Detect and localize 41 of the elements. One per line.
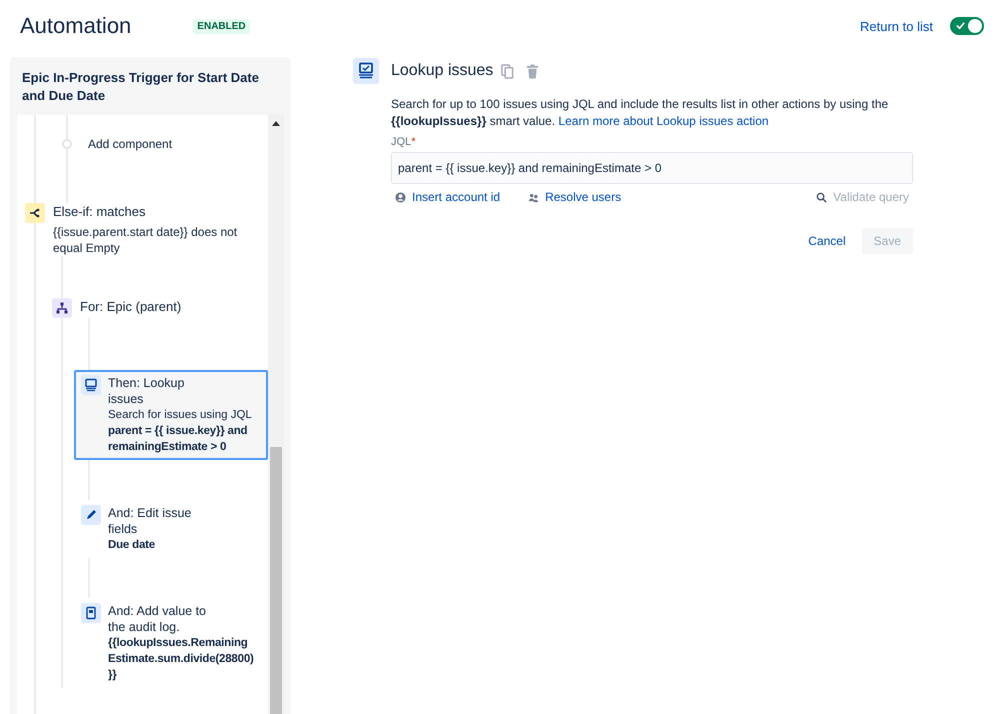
user-icon	[395, 192, 406, 202]
users-icon	[528, 192, 540, 202]
rule-title: Epic In-Progress Trigger for Start Date and Due Date	[21, 69, 260, 105]
step-value: Due date	[108, 538, 156, 553]
panel-title: Lookup issues	[391, 62, 494, 80]
search-icon	[816, 192, 828, 202]
panel-description: Search for up to 100 issues using JQL and include the results list in other actions by using the {{lookupIssues}} smart value. Learn more about Lookup issues action	[391, 96, 890, 130]
step-title: And: Edit issue fields	[108, 505, 192, 537]
required-mark: *	[411, 136, 416, 148]
trash-icon[interactable]	[526, 64, 540, 78]
step-title: For: Epic (parent)	[80, 298, 182, 315]
condition-detail: {{issue.parent.start date}} does not equal Empty	[53, 224, 238, 256]
enable-toggle[interactable]	[950, 17, 984, 35]
return-to-list-link[interactable]: Return to list	[860, 18, 933, 34]
step-title: Else-if: matches	[53, 203, 146, 220]
branch-split-icon	[25, 203, 45, 223]
scroll-up-icon[interactable]	[272, 121, 280, 126]
learn-more-link[interactable]: Learn more about Lookup issues action	[558, 114, 769, 128]
checkmark-icon	[955, 20, 966, 31]
step-value: parent = {{ issue.key}} and remainingEstimate > 0	[108, 424, 248, 455]
document-icon	[81, 603, 101, 623]
scrollbar[interactable]	[268, 115, 284, 714]
hierarchy-icon	[52, 298, 72, 318]
jql-input-field[interactable]: parent = {{ issue.key}} and remainingEstimate > 0	[391, 152, 913, 184]
insert-account-id-link[interactable]: Insert account id	[391, 188, 504, 206]
monitor-icon	[81, 375, 101, 395]
step-title: And: Add value to the audit log.	[108, 603, 207, 635]
resolve-users-link[interactable]: Resolve users	[524, 188, 626, 206]
step-value: {{lookupIssues.Remaining Estimate.sum.divide(28800) }}	[108, 636, 255, 683]
add-component-link[interactable]: Add component	[88, 137, 172, 151]
step-description: Search for issues using JQL	[108, 408, 253, 423]
page-title: Automation	[20, 13, 132, 39]
copy-icon[interactable]	[501, 64, 514, 78]
status-lozenge: ENABLED	[193, 18, 250, 34]
pencil-icon	[81, 505, 101, 525]
step-title: Then: Lookup issues	[108, 375, 186, 407]
action-step-card[interactable]: Then: Lookup issues Search for issues using JQL parent = {{ issue.key}} and remainingEstimate > 0	[74, 370, 268, 460]
scrollbar-thumb[interactable]	[270, 447, 282, 714]
monitor-icon	[353, 58, 379, 84]
cancel-button[interactable]: Cancel	[800, 228, 854, 254]
jql-label: JQL	[391, 136, 412, 148]
